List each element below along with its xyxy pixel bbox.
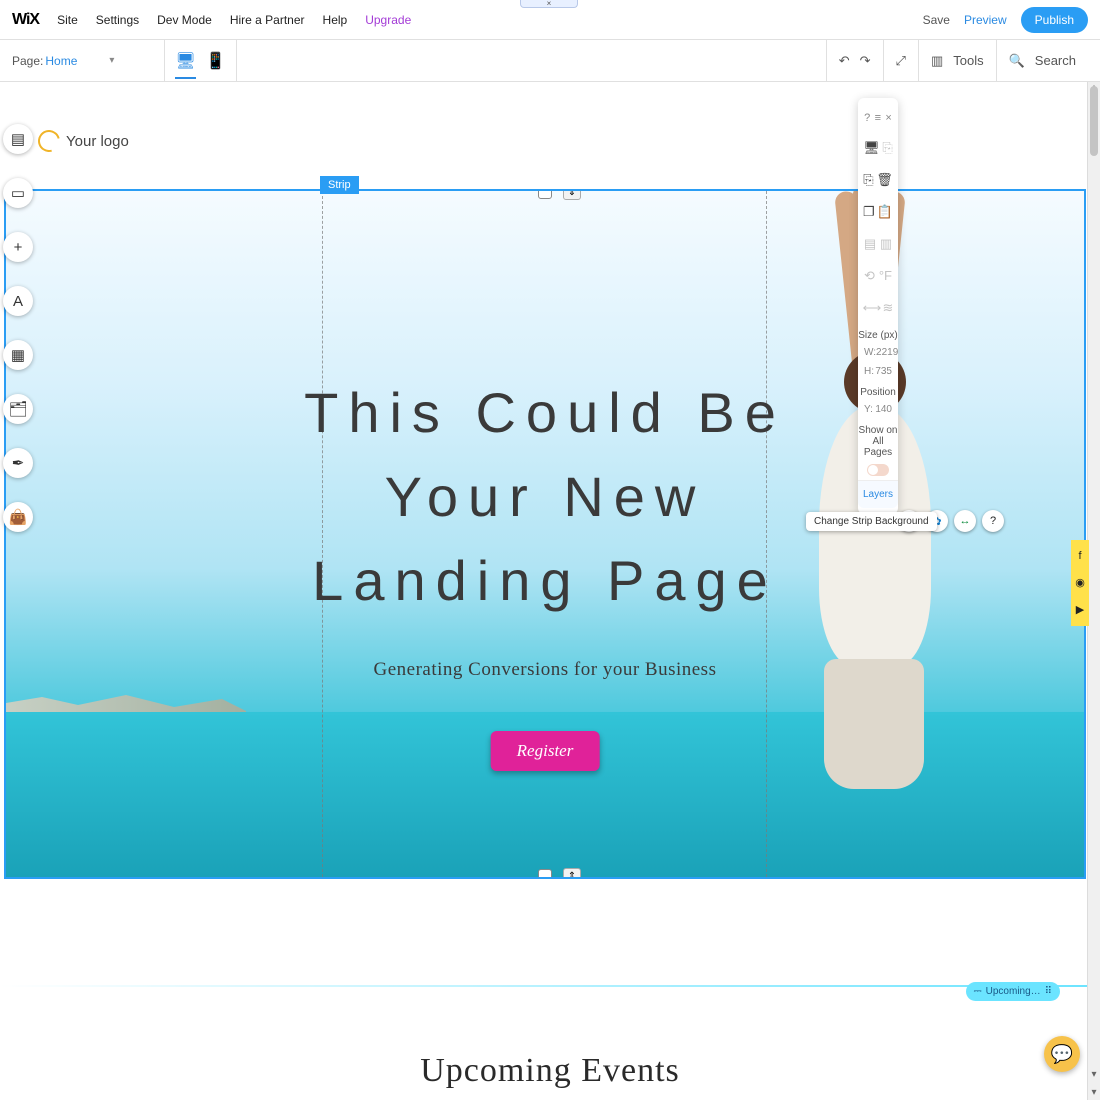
copy2-prop-icon[interactable]: ❐ xyxy=(863,204,875,220)
position-section-title: Position xyxy=(858,381,898,400)
editor-canvas[interactable]: ▤ ▭ + A ▦ 🗂 ✒ 👜 Your logo Strip This Cou… xyxy=(0,82,1100,1100)
add-panel-button[interactable]: + xyxy=(3,232,33,262)
menu-settings[interactable]: Settings xyxy=(96,13,139,27)
top-menu: Site Settings Dev Mode Hire a Partner He… xyxy=(57,13,411,27)
resize-handle-bottom[interactable] xyxy=(538,869,552,879)
menu-hire[interactable]: Hire a Partner xyxy=(230,13,305,27)
panel-close-icon[interactable]: × xyxy=(885,112,891,124)
section-divider xyxy=(0,985,1100,987)
background-panel-button[interactable]: ▭ xyxy=(3,178,33,208)
instagram-icon[interactable]: ◉ xyxy=(1075,576,1085,589)
align-r-icon[interactable]: ▥ xyxy=(880,236,892,252)
properties-panel[interactable]: ? ≡ × 🖥⎘ ⎘🗑 ❐📋 ▤▥ ⟲°F ⟷≋ Size (px) W:221… xyxy=(858,98,898,514)
selection-label[interactable]: Strip xyxy=(320,176,359,194)
search-label: Search xyxy=(1035,53,1076,68)
chevron-down-icon: ▾ xyxy=(109,55,114,66)
search-icon: 🔍 xyxy=(1009,53,1025,69)
dist-v-icon[interactable]: ≋ xyxy=(882,300,893,316)
hero-line3: Landing Page xyxy=(6,539,1084,623)
desktop-prop-icon[interactable]: 🖥 xyxy=(863,140,880,156)
tools-button[interactable]: ▥ Tools xyxy=(918,40,996,81)
page-selector[interactable]: Page: Home ▾ xyxy=(12,54,154,68)
align-l-icon[interactable]: ▤ xyxy=(864,236,876,252)
device-switcher: 🖥 📱 xyxy=(164,40,236,81)
url-bar-collapse[interactable]: × xyxy=(520,0,578,8)
hero-line1: This Could Be xyxy=(6,371,1084,455)
social-bar: f ◉ ▶ xyxy=(1071,540,1089,626)
rotate-icon[interactable]: ⟲ xyxy=(864,268,875,284)
page-label: Page: xyxy=(12,54,43,68)
layers-button[interactable]: Layers xyxy=(858,480,898,508)
show-on-all-toggle[interactable] xyxy=(867,464,889,476)
left-toolbar: ▤ ▭ + A ▦ 🗂 ✒ 👜 xyxy=(3,124,33,532)
menu-devmode[interactable]: Dev Mode xyxy=(157,13,212,27)
media-panel-button[interactable]: 🗂 xyxy=(3,394,33,424)
size-section-title: Size (px) xyxy=(858,324,898,343)
w-value[interactable]: 2219 xyxy=(876,347,898,358)
anchor-icon: ⎓ xyxy=(974,986,982,997)
stretch-action-icon[interactable]: ↔ xyxy=(954,510,976,532)
hero-strip[interactable]: This Could Be Your New Landing Page Gene… xyxy=(4,189,1086,879)
register-button[interactable]: Register xyxy=(491,731,600,771)
save-button[interactable]: Save xyxy=(923,13,950,27)
hero-subtitle[interactable]: Generating Conversions for your Business xyxy=(6,659,1084,681)
zoom-out-icon[interactable]: ⤢ xyxy=(896,53,906,69)
wix-logo[interactable]: WiX xyxy=(12,11,39,29)
logo-swirl-icon xyxy=(34,126,64,156)
site-logo-text: Your logo xyxy=(66,133,129,150)
upcoming-events-title[interactable]: Upcoming Events xyxy=(0,1052,1100,1090)
y-value[interactable]: 140 xyxy=(875,404,892,415)
help-action-icon[interactable]: ? xyxy=(982,510,1004,532)
help-fab[interactable]: 💬 xyxy=(1044,1036,1080,1072)
scroll-down-icon[interactable]: ▾ xyxy=(1088,1069,1100,1080)
facebook-icon[interactable]: f xyxy=(1078,550,1081,562)
menu-upgrade[interactable]: Upgrade xyxy=(365,13,411,27)
flip-icon[interactable]: °F xyxy=(879,268,892,284)
copy-prop-icon[interactable]: ⎘ xyxy=(882,140,892,156)
tools-icon: ▥ xyxy=(931,53,943,69)
resize-handle-top[interactable] xyxy=(538,189,552,199)
y-label: Y: xyxy=(864,404,873,415)
store-panel-button[interactable]: 👜 xyxy=(3,502,33,532)
site-logo-area[interactable]: Your logo xyxy=(38,130,129,152)
scrollbar-thumb[interactable] xyxy=(1090,86,1098,156)
panel-help-icon[interactable]: ? xyxy=(864,112,870,124)
preview-button[interactable]: Preview xyxy=(964,13,1007,27)
page-value: Home xyxy=(45,54,77,68)
h-value[interactable]: 735 xyxy=(875,366,892,377)
stretch-handle-bottom[interactable]: ⇕ xyxy=(563,868,581,879)
scroll-down2-icon[interactable]: ▾ xyxy=(1088,1087,1100,1098)
apps-panel-button[interactable]: ▦ xyxy=(3,340,33,370)
mobile-icon[interactable]: 📱 xyxy=(206,51,226,71)
strip-action-tooltip: Change Strip Background xyxy=(806,512,937,531)
desktop-icon[interactable]: 🖥 xyxy=(175,51,195,79)
dist-h-icon[interactable]: ⟷ xyxy=(863,300,882,316)
tools-label: Tools xyxy=(953,53,983,68)
undo-redo-group: ↶ ↷ xyxy=(826,40,883,81)
upcoming-anchor-badge[interactable]: ⎓ Upcoming… ⠿ xyxy=(966,982,1060,1001)
blog-panel-button[interactable]: ✒ xyxy=(3,448,33,478)
upcoming-badge-text: Upcoming… xyxy=(986,986,1041,997)
stretch-handle-top[interactable]: ⇕ xyxy=(563,189,581,200)
w-label: W: xyxy=(864,347,876,358)
search-button[interactable]: 🔍 Search xyxy=(996,40,1088,81)
delete-prop-icon[interactable]: 🗑 xyxy=(876,172,893,188)
grip-icon: ⠿ xyxy=(1045,986,1052,997)
youtube-icon[interactable]: ▶ xyxy=(1076,603,1084,616)
publish-button[interactable]: Publish xyxy=(1021,7,1088,33)
undo-icon[interactable]: ↶ xyxy=(839,53,850,69)
panel-drag-icon[interactable]: ≡ xyxy=(875,112,881,124)
redo-icon[interactable]: ↷ xyxy=(860,53,871,69)
menu-site[interactable]: Site xyxy=(57,13,78,27)
paste-prop-icon[interactable]: 📋 xyxy=(877,204,893,220)
hero-title[interactable]: This Could Be Your New Landing Page xyxy=(6,371,1084,623)
editor-toolbar: Page: Home ▾ 🖥 📱 ↶ ↷ ⤢ ▥ Tools 🔍 Search xyxy=(0,40,1100,82)
h-label: H: xyxy=(864,366,874,377)
show-on-all-label: Show on All Pages xyxy=(858,419,898,460)
duplicate-prop-icon[interactable]: ⎘ xyxy=(863,172,873,188)
menu-help[interactable]: Help xyxy=(323,13,348,27)
theme-panel-button[interactable]: A xyxy=(3,286,33,316)
pages-panel-button[interactable]: ▤ xyxy=(3,124,33,154)
